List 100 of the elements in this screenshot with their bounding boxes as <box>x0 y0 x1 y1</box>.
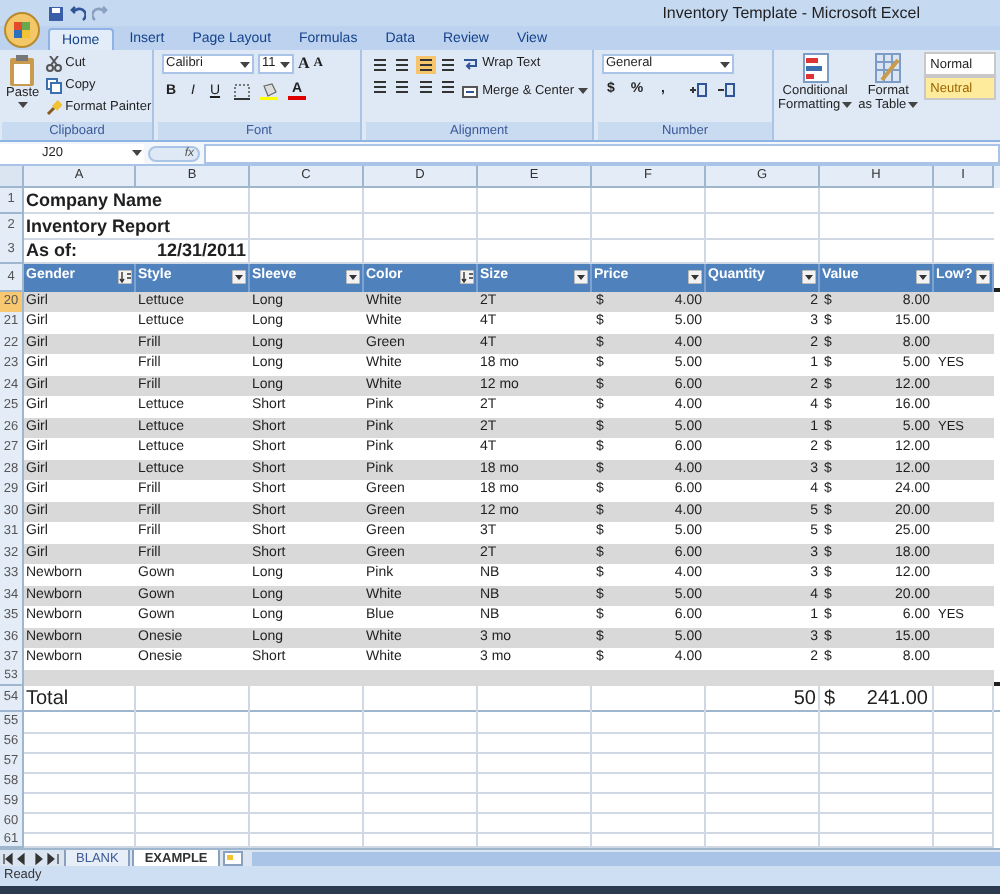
empty-cell <box>706 711 820 733</box>
empty-cell <box>820 188 934 214</box>
empty-cell <box>592 711 706 733</box>
sheet-navigation-icon <box>2 851 62 866</box>
new-sheet-icon <box>221 850 246 867</box>
empty-cell <box>592 811 706 834</box>
empty-cell <box>364 213 478 239</box>
empty-cell <box>592 213 706 239</box>
empty-cell <box>478 751 592 774</box>
empty-cell <box>136 711 250 733</box>
wrap-text-icon <box>462 55 479 72</box>
empty-cell <box>136 791 250 814</box>
empty-cell <box>136 811 250 834</box>
table-bars-icon <box>801 52 830 84</box>
formula-field[interactable] <box>204 143 1000 163</box>
empty-cell <box>478 731 592 754</box>
caret-icon <box>240 61 250 67</box>
empty-cell <box>706 213 820 239</box>
empty-cell <box>250 791 364 814</box>
empty-cell <box>592 751 706 774</box>
empty-cell <box>250 771 364 794</box>
align-icon <box>392 56 413 74</box>
caret-icon <box>908 102 919 108</box>
currency-symbol: $ <box>824 685 836 711</box>
clipboard-icon <box>8 54 37 86</box>
table-cell: Total <box>24 685 136 711</box>
empty-cell <box>592 791 706 814</box>
empty-cell <box>820 751 934 774</box>
empty-cell <box>136 731 250 754</box>
scissors-icon <box>45 56 62 72</box>
empty-cell <box>592 771 706 794</box>
empty-cell <box>706 731 820 754</box>
cell-value: 241.00 <box>866 685 928 711</box>
empty-cell <box>706 791 820 814</box>
caret-icon <box>132 150 142 156</box>
empty-cell <box>364 711 478 733</box>
empty-cell <box>478 711 592 733</box>
border-icon <box>234 83 250 99</box>
empty-cell <box>136 751 250 774</box>
empty-cell <box>250 751 364 774</box>
empty-cell <box>592 188 706 214</box>
horizontal-scrollbar[interactable] <box>251 851 1000 866</box>
empty-cell <box>934 791 994 814</box>
empty-cell <box>706 811 820 834</box>
cell-text: Inventory Report <box>24 213 171 237</box>
window-title: Inventory Template - Microsoft Excel <box>662 1 920 25</box>
align-icon <box>392 78 413 96</box>
empty-cell <box>706 771 820 794</box>
empty-cell <box>364 811 478 834</box>
cell-text: 12/31/2011 <box>156 238 246 262</box>
empty-cell <box>820 731 934 754</box>
empty-cell <box>820 791 934 814</box>
empty-cell <box>934 771 994 794</box>
increase-decimal-icon <box>688 82 708 99</box>
grow-font-button[interactable]: A <box>298 54 310 74</box>
empty-cell <box>364 751 478 774</box>
empty-cell <box>478 213 592 239</box>
empty-cell <box>820 771 934 794</box>
caret-icon <box>842 102 853 108</box>
empty-cell <box>820 213 934 239</box>
cell-text: Company Name <box>24 188 163 212</box>
empty-cell <box>364 771 478 794</box>
save-icon <box>48 5 64 21</box>
empty-cell <box>136 771 250 794</box>
empty-cell <box>478 791 592 814</box>
align-icon <box>370 78 390 96</box>
select-all-button[interactable] <box>0 166 24 188</box>
caret-icon <box>578 88 588 95</box>
empty-cell <box>250 811 364 834</box>
empty-cell <box>934 711 994 733</box>
empty-cell <box>250 711 364 733</box>
redo-icon <box>92 5 108 21</box>
empty-cell <box>364 188 478 214</box>
table-cell: 50 <box>706 685 820 711</box>
empty-cell <box>706 188 820 214</box>
brush-icon <box>45 100 62 116</box>
cell-text: As of: <box>24 238 77 262</box>
align-icon <box>415 56 436 74</box>
align-icon <box>370 56 390 74</box>
empty-cell <box>478 188 592 214</box>
empty-cell <box>478 811 592 834</box>
undo-icon <box>70 5 86 21</box>
merge-icon <box>462 83 479 100</box>
empty-cell <box>364 731 478 754</box>
caret-icon <box>720 61 730 67</box>
empty-cell <box>934 811 994 834</box>
copy-icon <box>45 78 62 94</box>
empty-cell <box>934 731 994 754</box>
caret-icon <box>280 61 290 67</box>
fill-bucket-icon <box>260 82 278 100</box>
empty-cell <box>478 771 592 794</box>
empty-cell <box>934 751 994 774</box>
empty-cell <box>364 791 478 814</box>
empty-cell <box>592 731 706 754</box>
empty-cell <box>820 811 934 834</box>
empty-cell <box>706 751 820 774</box>
decrease-decimal-icon <box>716 82 736 99</box>
caret-icon <box>17 102 28 108</box>
empty-cell <box>250 731 364 754</box>
align-icon <box>415 78 436 96</box>
